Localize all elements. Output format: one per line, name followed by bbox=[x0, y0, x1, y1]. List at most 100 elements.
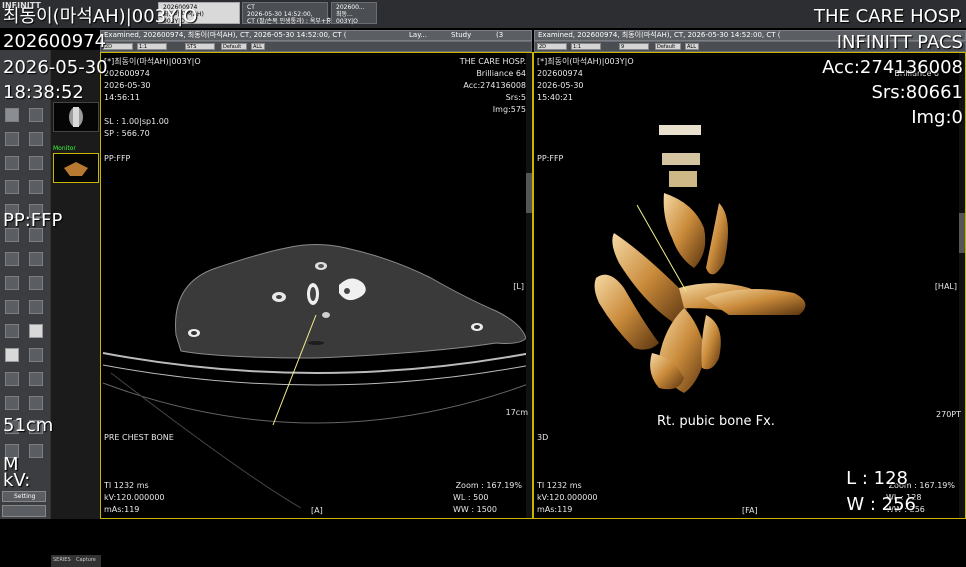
vp1-image: Img:575 bbox=[492, 105, 526, 114]
vp1-window-level: WL : 500 bbox=[453, 493, 489, 502]
magnify-icon[interactable] bbox=[29, 396, 43, 410]
overlay-series: Srs:80661 bbox=[871, 82, 963, 103]
vp1-hospital: THE CARE HOSP. bbox=[459, 57, 526, 66]
study-tab[interactable]: CT 2026-05-30 14:52:00, CT (팔/손목 인생통과) :… bbox=[242, 2, 337, 25]
study-menu[interactable]: Study bbox=[451, 31, 471, 40]
tab-line1: 202600... bbox=[336, 4, 365, 11]
settings-label: Setting bbox=[14, 493, 36, 500]
invert-icon[interactable] bbox=[29, 276, 43, 290]
preset-select[interactable]: Default bbox=[221, 43, 247, 50]
window-icon[interactable] bbox=[29, 132, 43, 146]
viewport1-scrollbar[interactable] bbox=[526, 53, 532, 518]
vp1-ti: TI 1232 ms bbox=[104, 481, 149, 490]
capture-tab[interactable]: Capture bbox=[76, 557, 96, 563]
other-study-tab[interactable]: 202600... 최동... 003Y|O bbox=[331, 2, 377, 25]
layout-menu[interactable]: Lay... bbox=[409, 31, 427, 40]
all-toggle[interactable]: ALL bbox=[685, 43, 699, 50]
overlay-hospital: THE CARE HOSP. bbox=[813, 6, 963, 27]
vr-3d-image bbox=[594, 125, 806, 393]
vp2-ti: TI 1232 ms bbox=[537, 481, 582, 490]
vp1-kv: kV:120.000000 bbox=[104, 493, 165, 502]
contrast-icon[interactable] bbox=[29, 156, 43, 170]
tab-line3: CT (팔/손목 인생통과) : 옥부+흉... bbox=[247, 18, 338, 25]
series-select[interactable]: STS bbox=[185, 43, 215, 50]
ratio-select[interactable]: 1:1 bbox=[137, 43, 167, 50]
vp1-accession: Acc:274136008 bbox=[463, 81, 526, 90]
grid-icon[interactable] bbox=[5, 180, 19, 194]
tab-line2: 2026-05-30 14:52:00, bbox=[247, 11, 313, 18]
vp1-date: 2026-05-30 bbox=[104, 81, 151, 90]
vp2-orientation-bottom: [FA] bbox=[742, 506, 758, 515]
pen-icon[interactable] bbox=[5, 300, 19, 314]
thumbnail-2[interactable] bbox=[53, 153, 99, 183]
vp2-mas: mAs:119 bbox=[537, 505, 573, 514]
vp1-window-width: WW : 1500 bbox=[453, 505, 497, 514]
overlay-width: W : 256 bbox=[846, 494, 916, 515]
monitor-label: Monitor bbox=[53, 145, 76, 152]
viewport1-image-area[interactable]: [*]최동이(마석AH)|003Y|O 202600974 2026-05-30… bbox=[100, 52, 533, 519]
viewport2-header-text: Examined, 202600974, 최동이(마석AH), CT, 2026… bbox=[538, 31, 781, 39]
vp1-zoom: Zoom : 167.19% bbox=[455, 481, 522, 490]
dim-select[interactable]: 2D bbox=[103, 43, 133, 50]
vp2-orientation-right: [HAL] bbox=[934, 282, 957, 291]
vp1-patient-name: [*]최동이(마석AH)|003Y|O bbox=[104, 57, 201, 66]
overlay-patient-id: 202600974 bbox=[3, 31, 107, 52]
vp2-patient-id: 202600974 bbox=[537, 69, 583, 78]
vp1-series: Srs:5 bbox=[505, 93, 526, 102]
ruler-icon[interactable] bbox=[5, 156, 19, 170]
vp2-scale: 270PT bbox=[936, 410, 961, 419]
overlay-pacs: INFINITT PACS bbox=[836, 32, 963, 53]
crosshair-icon[interactable] bbox=[29, 180, 43, 194]
bottom-tool-bar bbox=[2, 505, 46, 517]
overlay-image: Img:0 bbox=[911, 107, 963, 128]
thumbnail-image bbox=[64, 162, 88, 176]
ratio-select[interactable]: 1:1 bbox=[571, 43, 601, 50]
reset-icon[interactable] bbox=[5, 252, 19, 266]
text-icon[interactable] bbox=[29, 300, 43, 314]
overlay-size: 51cm bbox=[3, 415, 54, 436]
zoom-icon[interactable] bbox=[29, 108, 43, 122]
key-icon[interactable] bbox=[29, 444, 43, 458]
tab-line2: 최동... bbox=[336, 11, 353, 18]
page-indicator: (3 bbox=[496, 31, 504, 39]
overlay-date: 2026-05-30 bbox=[3, 57, 108, 78]
overlay-accession: Acc:274136008 bbox=[822, 57, 963, 78]
info-icon[interactable] bbox=[29, 372, 43, 386]
overlay-kv: kV: bbox=[3, 470, 31, 491]
vp1-mas: mAs:119 bbox=[104, 505, 140, 514]
viewport2-image-area[interactable]: [*]최동이(마석AH)|003Y|O 202600974 2026-05-30… bbox=[533, 52, 966, 519]
erase-icon[interactable] bbox=[29, 324, 43, 338]
cine-icon[interactable] bbox=[5, 348, 19, 362]
vp1-patient-id: 202600974 bbox=[104, 69, 150, 78]
viewport1-header: Examined, 202600974, 최동이(마석AH), CT, 2026… bbox=[100, 30, 532, 41]
arrow-icon[interactable] bbox=[5, 324, 19, 338]
series-tab[interactable]: SERIES bbox=[53, 557, 71, 563]
pan-icon[interactable] bbox=[5, 132, 19, 146]
vp1-model: Brilliance 64 bbox=[476, 69, 526, 78]
vp1-slice-position: SP : 566.70 bbox=[104, 129, 150, 138]
scrollbar-thumb[interactable] bbox=[959, 213, 965, 253]
overlay-time: 18:38:52 bbox=[3, 82, 84, 103]
viewport1-header-text: Examined, 202600974, 최동이(마석AH), CT, 2026… bbox=[104, 31, 347, 39]
viewport1-toolbar: 2D 1:1 STS Default ALL bbox=[100, 41, 532, 52]
print-icon[interactable] bbox=[5, 372, 19, 386]
vp1-scale: 17cm bbox=[505, 408, 528, 417]
thumbnail-1[interactable] bbox=[53, 102, 99, 132]
vp1-patient-position: PP:FFP bbox=[104, 154, 131, 163]
all-toggle[interactable]: ALL bbox=[251, 43, 265, 50]
mpr-icon[interactable] bbox=[29, 348, 43, 362]
fracture-annotation: Rt. pubic bone Fx. bbox=[657, 414, 775, 429]
vp1-orientation-bottom: [A] bbox=[311, 506, 323, 515]
undo-icon[interactable] bbox=[29, 252, 43, 266]
vp1-time: 14:56:11 bbox=[104, 93, 140, 102]
vp2-patient-position: PP:FFP bbox=[537, 154, 564, 163]
flip-icon[interactable] bbox=[5, 276, 19, 290]
filter-icon[interactable] bbox=[5, 396, 19, 410]
overlay-patient-position: PP:FFP bbox=[3, 210, 63, 231]
settings-button[interactable]: Setting bbox=[2, 491, 46, 502]
dim-select[interactable]: 2D bbox=[537, 43, 567, 50]
scrollbar-thumb[interactable] bbox=[526, 173, 532, 213]
preset-select[interactable]: Default bbox=[655, 43, 681, 50]
series-select[interactable]: 9 bbox=[619, 43, 649, 50]
pointer-icon[interactable] bbox=[5, 108, 19, 122]
